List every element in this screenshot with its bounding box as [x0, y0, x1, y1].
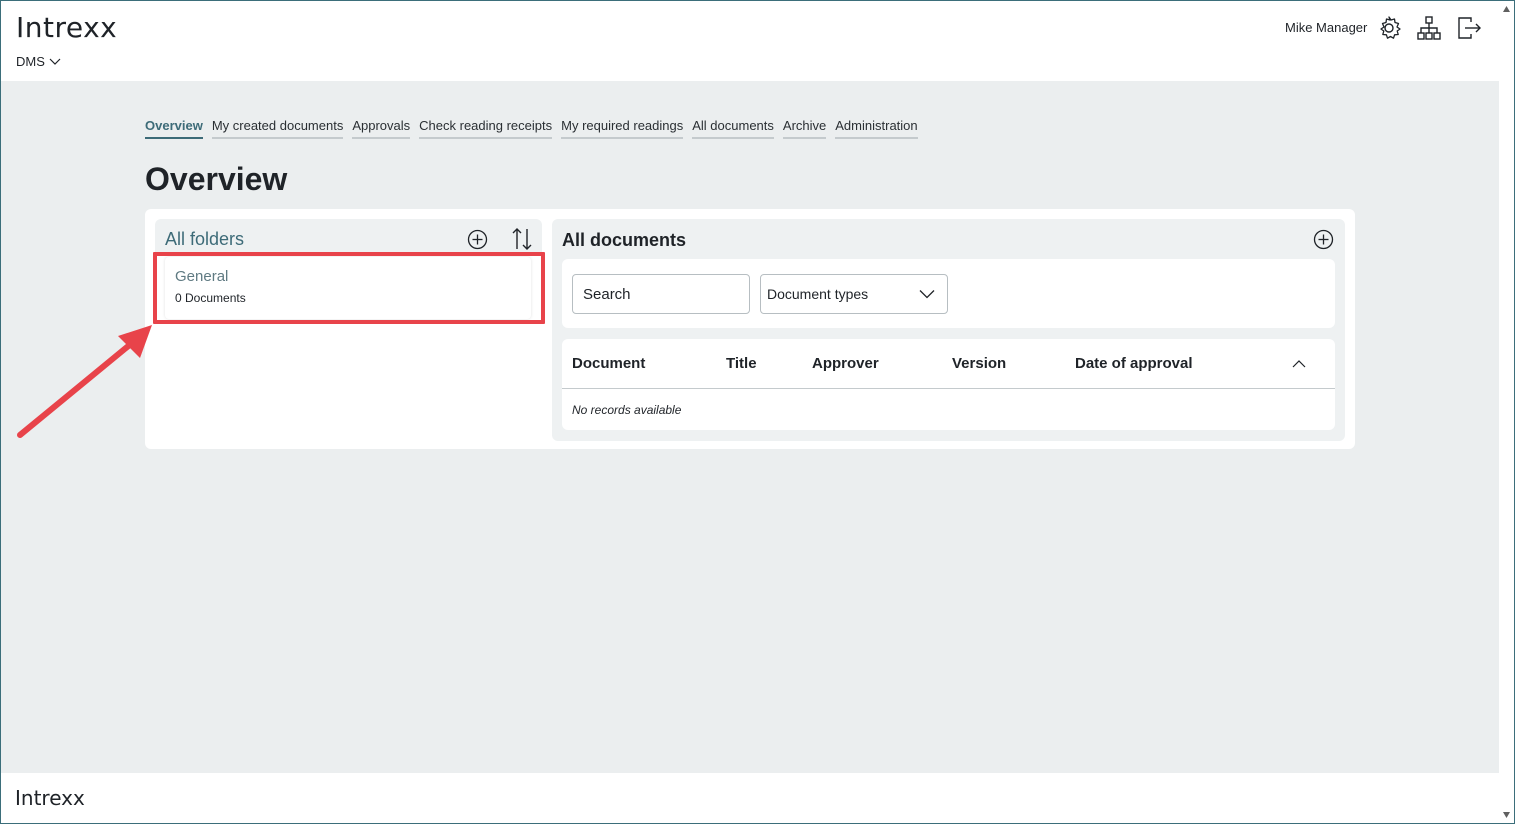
- folders-title: All folders: [165, 229, 245, 249]
- gear-icon[interactable]: [1376, 15, 1402, 41]
- tab-overview[interactable]: Overview: [145, 118, 203, 139]
- tab-approvals[interactable]: Approvals: [352, 118, 411, 139]
- chevron-down-icon: [49, 58, 61, 65]
- page-title: Overview: [145, 161, 288, 197]
- documents-table: Document Title Approver Version Date of …: [562, 339, 1335, 430]
- tab-archive[interactable]: Archive: [782, 118, 827, 139]
- documents-panel: All documents Document types Document: [552, 219, 1345, 441]
- highlight-box: [153, 252, 545, 324]
- intrexx-logo[interactable]: Intrexx: [16, 11, 117, 44]
- tab-my-required-readings[interactable]: My required readings: [561, 118, 684, 139]
- add-folder-icon[interactable]: [467, 229, 488, 250]
- user-name[interactable]: Mike Manager: [1285, 20, 1367, 35]
- document-types-label: Document types: [767, 286, 869, 302]
- app-switcher-label: DMS: [16, 54, 45, 69]
- sitemap-icon[interactable]: [1416, 15, 1442, 41]
- footer-logo: Intrexx: [15, 786, 85, 810]
- top-header: Intrexx DMS Mike Manager: [1, 1, 1499, 81]
- search-input[interactable]: [572, 274, 750, 314]
- column-header-version[interactable]: Version: [952, 355, 1006, 372]
- footer: Intrexx: [1, 773, 1499, 823]
- column-header-approver[interactable]: Approver: [812, 355, 879, 372]
- tab-my-created-documents[interactable]: My created documents: [211, 118, 344, 139]
- documents-title: All documents: [562, 230, 687, 250]
- tab-check-reading-receipts[interactable]: Check reading receipts: [419, 118, 553, 139]
- empty-state-text: No records available: [572, 403, 682, 417]
- chevron-up-icon[interactable]: [1292, 359, 1306, 368]
- sort-icon[interactable]: [511, 227, 533, 251]
- table-header: Document Title Approver Version Date of …: [562, 339, 1335, 389]
- filter-bar: Document types: [562, 259, 1335, 328]
- column-header-date-of-approval[interactable]: Date of approval: [1075, 355, 1193, 372]
- scroll-up-icon[interactable]: [1502, 5, 1511, 13]
- logout-icon[interactable]: [1456, 15, 1482, 41]
- scroll-down-icon[interactable]: [1502, 811, 1511, 819]
- app-switcher[interactable]: DMS: [16, 54, 61, 69]
- document-types-select[interactable]: Document types: [760, 274, 948, 314]
- column-header-document[interactable]: Document: [572, 355, 645, 372]
- main-content: Overview My created documents Approvals …: [1, 81, 1499, 773]
- column-header-title[interactable]: Title: [726, 355, 757, 372]
- chevron-down-icon: [919, 290, 935, 299]
- add-document-icon[interactable]: [1313, 229, 1334, 250]
- vertical-scrollbar[interactable]: [1499, 1, 1514, 823]
- overview-card: All folders General 0 Documents All docu…: [145, 209, 1355, 449]
- tab-administration[interactable]: Administration: [835, 118, 918, 139]
- nav-tabs: Overview My created documents Approvals …: [145, 118, 918, 139]
- folders-header: All folders: [155, 219, 542, 254]
- tab-all-documents[interactable]: All documents: [692, 118, 774, 139]
